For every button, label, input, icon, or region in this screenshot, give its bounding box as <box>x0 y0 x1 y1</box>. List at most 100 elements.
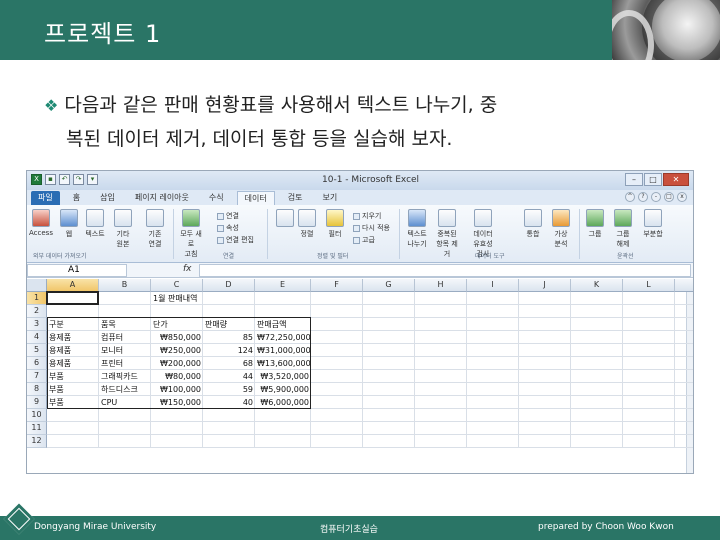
table-cell[interactable]: 컴퓨터 <box>99 331 151 344</box>
table-header-cell[interactable]: 판매금액 <box>255 318 311 331</box>
table-cell[interactable]: ₩31,000,000 <box>255 344 311 357</box>
row-header-11[interactable]: 11 <box>27 422 47 435</box>
clear-button[interactable]: 지우기 <box>353 211 381 221</box>
table-cell[interactable]: 부품 <box>47 396 99 409</box>
table-header-cell[interactable]: 판매량 <box>203 318 255 331</box>
table-cell[interactable]: 85 <box>203 331 255 344</box>
table-cell[interactable]: ₩6,000,000 <box>255 396 311 409</box>
column-header-e[interactable]: E <box>255 279 311 292</box>
table-cell[interactable]: 용제품 <box>47 357 99 370</box>
tab-review[interactable]: 검토 <box>281 191 310 205</box>
tab-home[interactable]: 홈 <box>66 191 87 205</box>
row-header-6[interactable]: 6 <box>27 357 47 370</box>
table-cell[interactable]: ₩100,000 <box>151 383 203 396</box>
table-cell[interactable]: 124 <box>203 344 255 357</box>
row-header-7[interactable]: 7 <box>27 370 47 383</box>
table-cell[interactable]: ₩5,900,000 <box>255 383 311 396</box>
what-if-analysis-button[interactable]: 가상 분석 <box>549 209 573 249</box>
table-cell[interactable]: CPU <box>99 396 151 409</box>
refresh-all-button[interactable]: 모두 새로 고침 <box>179 209 203 259</box>
table-cell[interactable]: ₩250,000 <box>151 344 203 357</box>
tab-insert[interactable]: 삽입 <box>93 191 122 205</box>
table-header-cell[interactable]: 품목 <box>99 318 151 331</box>
tab-file[interactable]: 파일 <box>31 191 60 205</box>
sheet-title-cell[interactable]: 1월 판매내역 <box>151 292 261 305</box>
table-cell[interactable]: ₩80,000 <box>151 370 203 383</box>
reapply-button[interactable]: 다시 적용 <box>353 223 390 233</box>
table-cell[interactable]: 모니터 <box>99 344 151 357</box>
filter-button[interactable]: 필터 <box>323 209 347 239</box>
excel-logo-icon[interactable]: X <box>31 174 42 185</box>
table-header-cell[interactable]: 구분 <box>47 318 99 331</box>
ungroup-button[interactable]: 그룹 해제 <box>611 209 635 249</box>
row-header-9[interactable]: 9 <box>27 396 47 409</box>
edit-links-button[interactable]: 연결 편집 <box>217 235 254 245</box>
tab-data[interactable]: 데이터 <box>236 191 275 205</box>
tab-formulas[interactable]: 수식 <box>202 191 231 205</box>
advanced-filter-button[interactable]: 고급 <box>353 235 375 245</box>
table-cell[interactable]: 프린터 <box>99 357 151 370</box>
row-header-5[interactable]: 5 <box>27 344 47 357</box>
sort-az-button[interactable] <box>273 209 297 229</box>
table-cell[interactable]: 40 <box>203 396 255 409</box>
consolidate-button[interactable]: 통합 <box>521 209 545 239</box>
remove-duplicates-button[interactable]: 중복된 항목 제거 <box>435 209 459 259</box>
column-header-m[interactable]: M <box>675 279 693 292</box>
table-cell[interactable]: 부품 <box>47 370 99 383</box>
window-close-icon[interactable]: x <box>677 192 687 202</box>
table-cell[interactable]: 부품 <box>47 383 99 396</box>
column-header-j[interactable]: J <box>519 279 571 292</box>
table-cell[interactable]: 그래픽카드 <box>99 370 151 383</box>
column-header-c[interactable]: C <box>151 279 203 292</box>
table-cell[interactable]: 68 <box>203 357 255 370</box>
maximize-button[interactable]: □ <box>644 173 662 186</box>
fx-icon[interactable]: fx <box>183 264 192 274</box>
row-header-8[interactable]: 8 <box>27 383 47 396</box>
table-cell[interactable]: 44 <box>203 370 255 383</box>
minimize-button[interactable]: – <box>625 173 643 186</box>
save-icon[interactable]: ▪ <box>45 174 56 185</box>
spreadsheet-grid[interactable]: ABCDEFGHIJKLM1234567891011121월 판매내역구분품목단… <box>27 279 693 473</box>
customize-dropdown-icon[interactable]: ▾ <box>87 174 98 185</box>
minimize-ribbon-icon[interactable]: ^ <box>625 192 635 202</box>
table-cell[interactable]: 하드디스크 <box>99 383 151 396</box>
table-cell[interactable]: ₩72,250,000 <box>255 331 311 344</box>
from-text-button[interactable]: 텍스트 <box>83 209 107 239</box>
active-cell-a1[interactable] <box>46 291 99 305</box>
table-cell[interactable]: 용제품 <box>47 344 99 357</box>
column-header-f[interactable]: F <box>311 279 363 292</box>
table-header-cell[interactable]: 단가 <box>151 318 203 331</box>
column-header-g[interactable]: G <box>363 279 415 292</box>
row-header-10[interactable]: 10 <box>27 409 47 422</box>
other-sources-button[interactable]: 기타 원본 <box>111 209 135 249</box>
vertical-scrollbar[interactable] <box>686 279 693 473</box>
table-cell[interactable]: ₩200,000 <box>151 357 203 370</box>
column-header-i[interactable]: I <box>467 279 519 292</box>
from-access-button[interactable]: Access <box>29 209 53 237</box>
formula-input[interactable] <box>199 264 691 277</box>
window-restore-icon[interactable]: □ <box>664 192 674 202</box>
redo-icon[interactable]: ↷ <box>73 174 84 185</box>
group-button[interactable]: 그룹 <box>583 209 607 239</box>
help-icon[interactable]: ? <box>638 192 648 202</box>
row-header-12[interactable]: 12 <box>27 435 47 448</box>
row-header-2[interactable]: 2 <box>27 305 47 318</box>
from-web-button[interactable]: 웹 <box>57 209 81 239</box>
undo-icon[interactable]: ↶ <box>59 174 70 185</box>
table-cell[interactable]: ₩13,600,000 <box>255 357 311 370</box>
table-cell[interactable]: ₩3,520,000 <box>255 370 311 383</box>
close-button[interactable]: ✕ <box>663 173 689 186</box>
connections-button[interactable]: 연결 <box>217 211 239 221</box>
tab-page-layout[interactable]: 페이지 레이아웃 <box>128 191 196 205</box>
sort-button[interactable]: 정렬 <box>295 209 319 239</box>
row-header-4[interactable]: 4 <box>27 331 47 344</box>
column-header-b[interactable]: B <box>99 279 151 292</box>
text-to-columns-button[interactable]: 텍스트 나누기 <box>405 209 429 249</box>
select-all-corner[interactable] <box>27 279 47 292</box>
table-cell[interactable]: ₩850,000 <box>151 331 203 344</box>
column-header-l[interactable]: L <box>623 279 675 292</box>
table-cell[interactable]: 59 <box>203 383 255 396</box>
properties-button[interactable]: 속성 <box>217 223 239 233</box>
table-cell[interactable]: ₩150,000 <box>151 396 203 409</box>
subtotal-button[interactable]: 부분합 <box>641 209 665 239</box>
